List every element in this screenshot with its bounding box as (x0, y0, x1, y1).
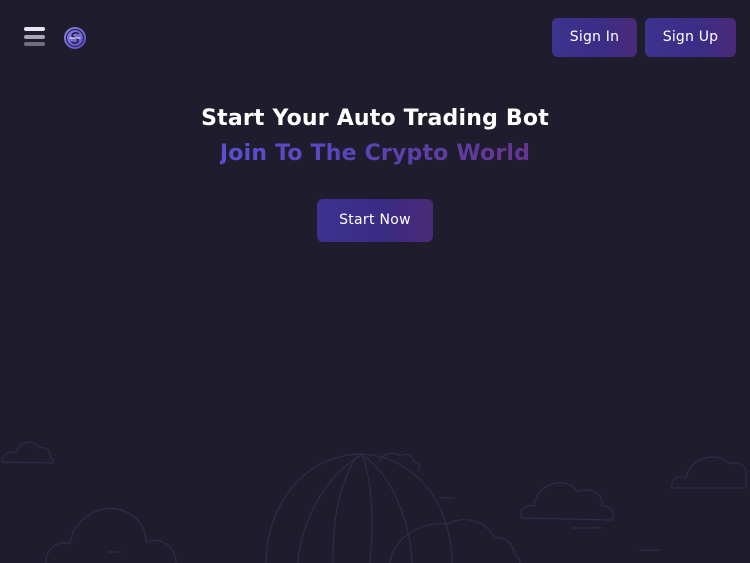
hamburger-menu-icon[interactable] (24, 27, 45, 47)
sign-up-button[interactable]: Sign Up (645, 18, 736, 57)
cloud-and-balloon-illustration (1, 441, 747, 563)
hot-air-balloon (265, 453, 453, 563)
top-navigation-bar: Sign In Sign Up (0, 0, 750, 76)
balloon-rib-center-right (361, 454, 373, 563)
menu-bar-top (24, 27, 45, 31)
crypto-coin-logo-icon[interactable] (63, 26, 87, 50)
menu-bar-middle (24, 35, 45, 39)
hero-subtitle: Join To The Crypto World (219, 141, 531, 166)
hero-subtitle-wrapper: Join To The Crypto World (0, 141, 750, 166)
cloud-far-right (671, 456, 747, 489)
cloud-left-small (1, 441, 54, 464)
sign-in-button[interactable]: Sign In (552, 18, 637, 57)
menu-bar-bottom (24, 42, 45, 46)
balloon-rib-left (297, 454, 363, 563)
hero-title: Start Your Auto Trading Bot (201, 106, 549, 131)
cloud-near-balloon (379, 452, 421, 471)
landing-page: Sign In Sign Up Start Your Auto Trading … (0, 0, 750, 563)
start-now-button[interactable]: Start Now (317, 199, 433, 242)
cloud-left-large (45, 507, 177, 563)
balloon-rib-center-left (332, 454, 359, 563)
cloud-right-medium (520, 482, 615, 521)
